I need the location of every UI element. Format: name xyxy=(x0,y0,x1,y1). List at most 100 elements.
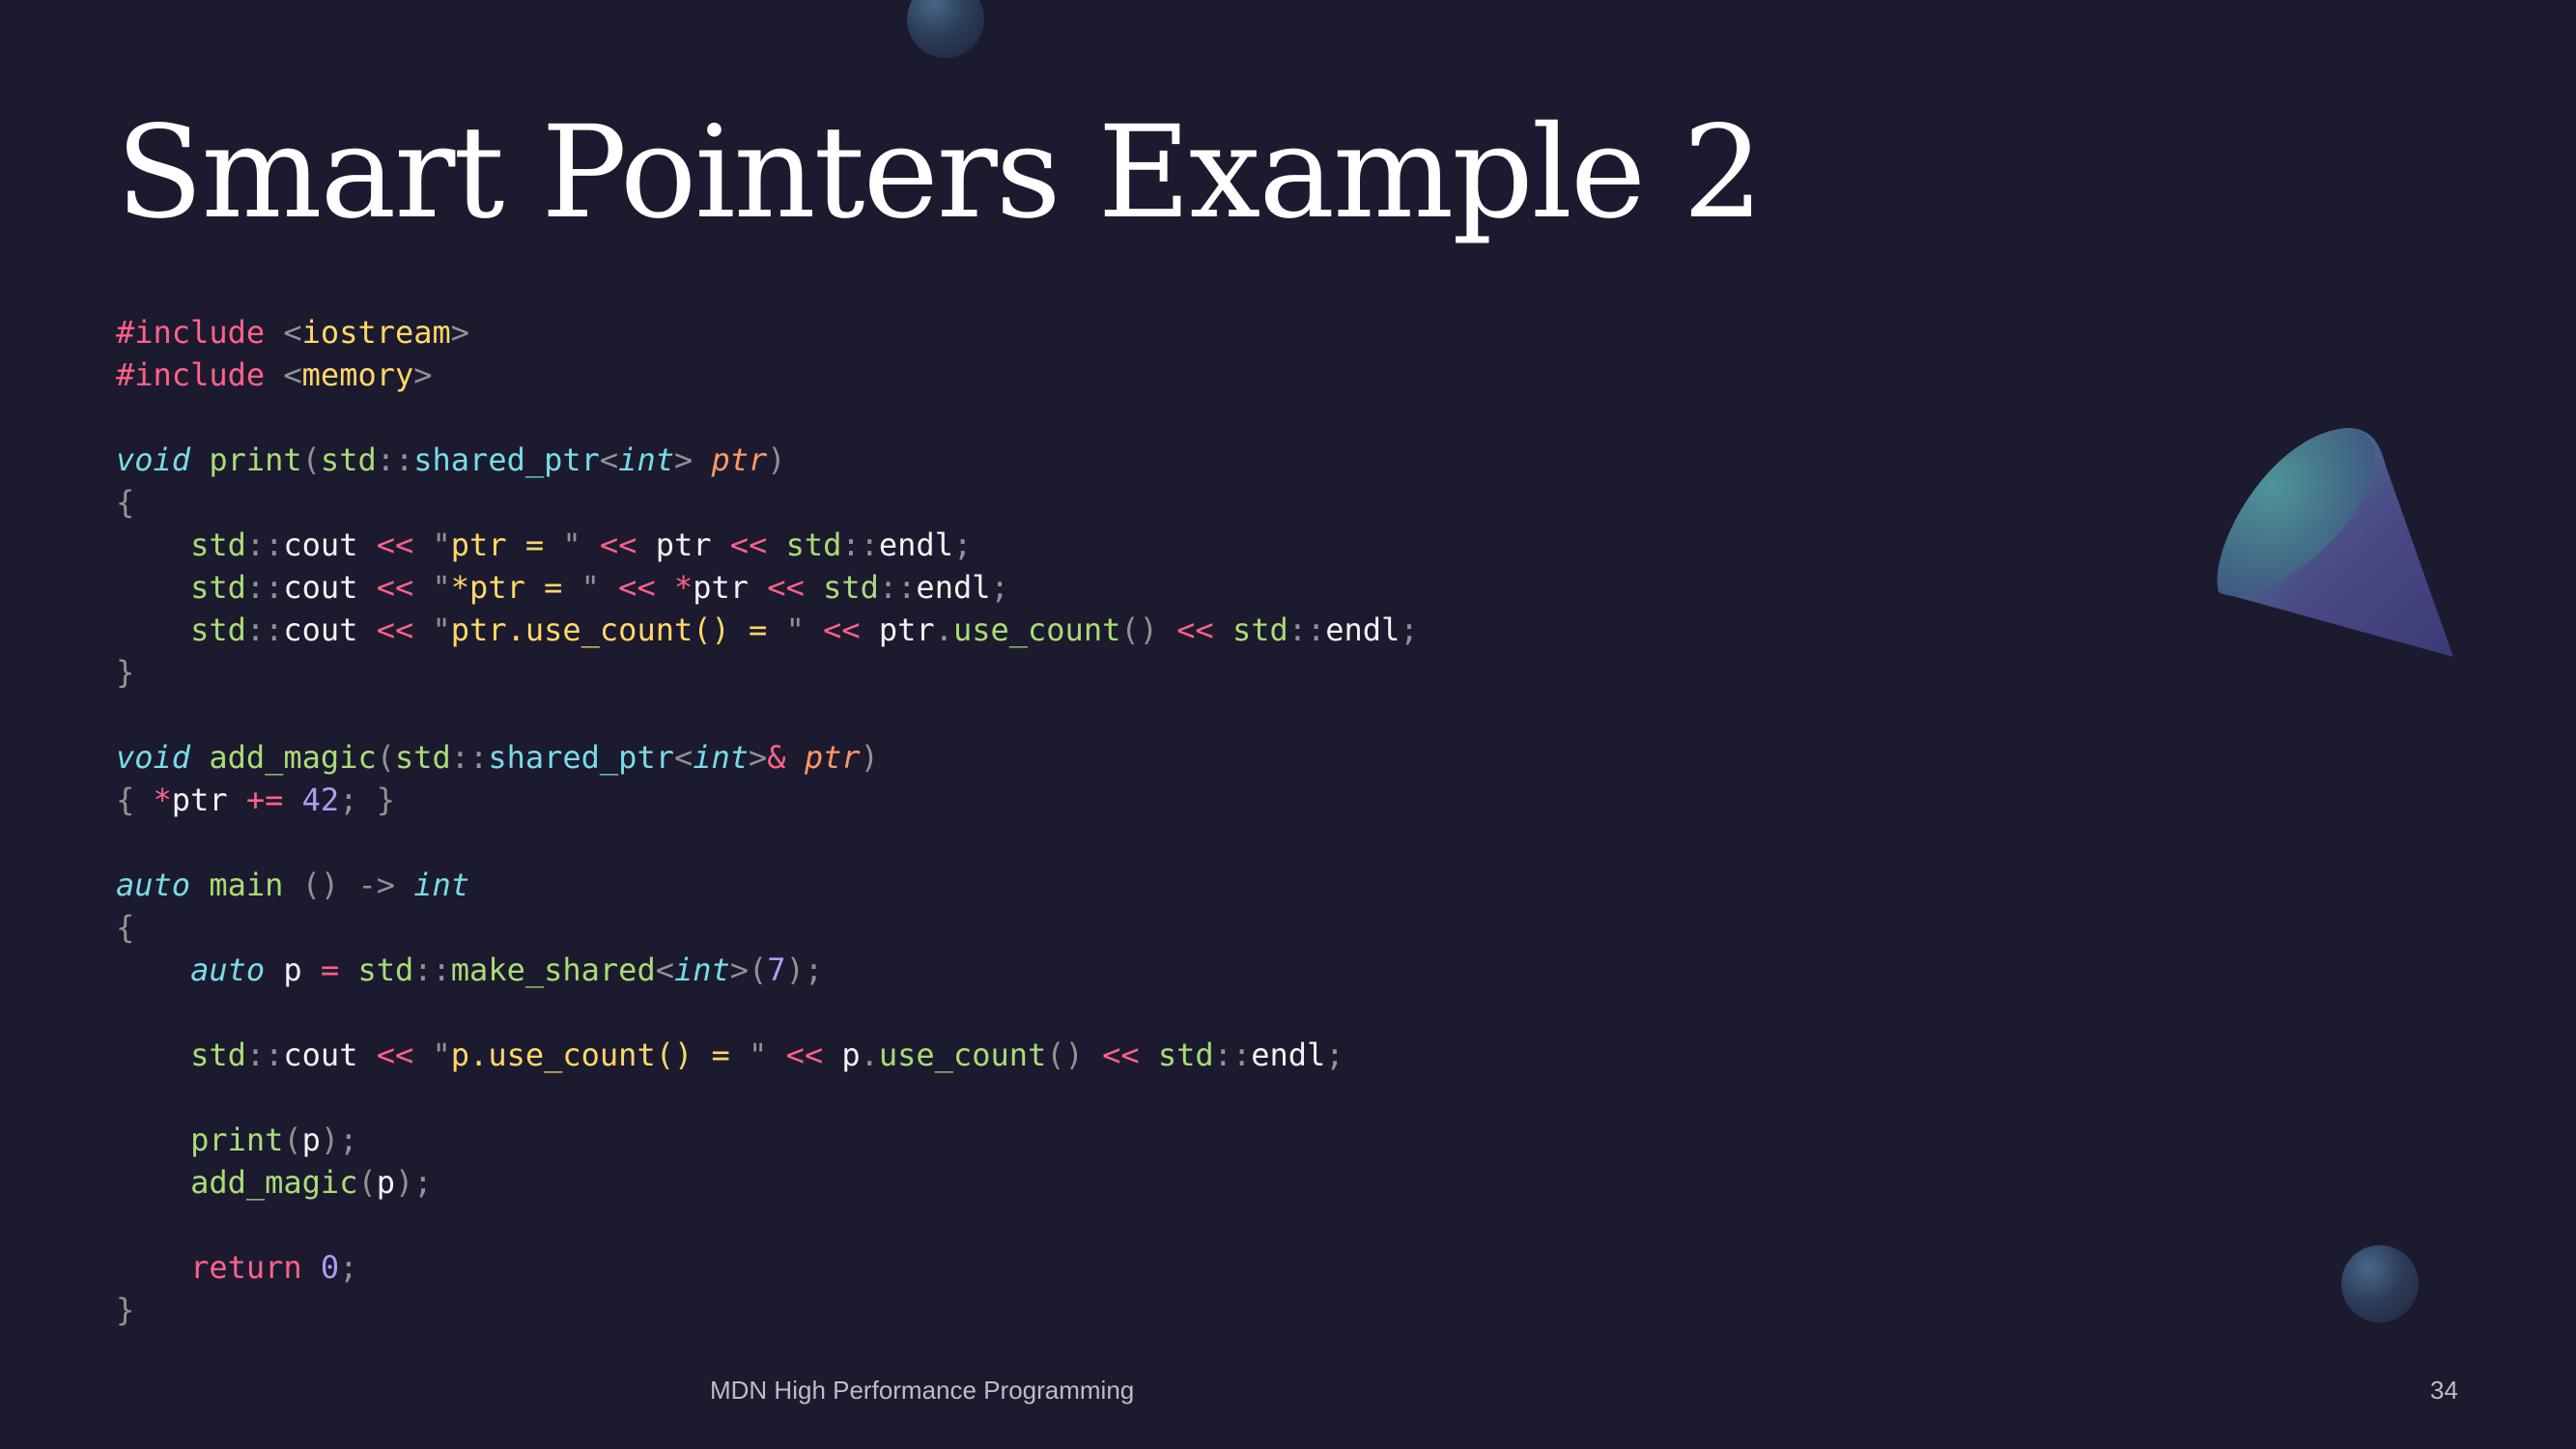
code-token: std xyxy=(190,526,246,563)
code-token: << xyxy=(729,526,786,563)
code-token: << xyxy=(1176,611,1232,648)
code-token: print xyxy=(190,1122,284,1158)
code-line: std::cout << "ptr = " << ptr << std::end… xyxy=(116,524,1419,566)
code-token: ptr.use_count() = xyxy=(450,611,786,648)
code-token: std xyxy=(190,569,246,606)
code-line: auto main () -> int xyxy=(116,864,1419,906)
code-token: ptr = xyxy=(450,526,563,563)
code-token: < xyxy=(283,314,302,351)
code-token: > xyxy=(450,314,470,351)
code-token: int xyxy=(618,441,674,478)
code-token: ( xyxy=(376,739,395,776)
code-token: main xyxy=(209,867,302,903)
code-token: std xyxy=(190,1037,246,1073)
code-token: :: xyxy=(245,611,284,648)
code-token: > xyxy=(749,739,768,776)
code-token: . xyxy=(860,1037,879,1073)
code-token: } xyxy=(116,1292,135,1328)
code-token: ptr xyxy=(655,526,730,563)
code-token: add_magic xyxy=(209,739,377,776)
code-token: ptr xyxy=(878,611,935,648)
code-token: " xyxy=(432,1037,451,1073)
code-line: { xyxy=(116,481,1419,524)
code-token: ; xyxy=(952,526,973,563)
page-number: 34 xyxy=(2430,1376,2458,1405)
code-token: ; xyxy=(339,1249,358,1286)
code-line: std::cout << "ptr.use_count() = " << ptr… xyxy=(116,609,1419,651)
code-token: 42 xyxy=(301,781,340,818)
code-token: :: xyxy=(376,441,414,478)
code-token: << xyxy=(376,526,433,563)
code-token: ); xyxy=(394,1164,433,1201)
code-token: print xyxy=(209,441,302,478)
code-token: ); xyxy=(785,952,824,988)
code-token: << xyxy=(376,1037,433,1073)
code-token: & xyxy=(767,739,805,776)
code-token: < xyxy=(673,739,694,776)
code-token: << xyxy=(618,569,674,606)
code-token: < xyxy=(599,441,619,478)
code-token: make_shared xyxy=(450,952,656,988)
code-token: endl xyxy=(878,526,953,563)
code-token: { xyxy=(116,484,135,521)
code-token: iostream xyxy=(301,314,451,351)
code-token: std xyxy=(1231,611,1288,648)
code-token: memory xyxy=(301,356,414,393)
slide: Smart Pointers Example 2 #include <iostr… xyxy=(0,0,2576,1449)
code-token: . xyxy=(934,611,953,648)
code-line: void print(std::shared_ptr<int> ptr) xyxy=(116,439,1419,481)
code-line: { xyxy=(116,906,1419,949)
code-token: #include xyxy=(116,356,284,393)
code-token: ; xyxy=(1325,1037,1345,1073)
code-token: " xyxy=(432,569,451,606)
code-token: p xyxy=(265,952,321,988)
decorative-sphere-bottom xyxy=(2341,1245,2419,1322)
code-token: shared_ptr xyxy=(488,739,674,776)
code-token: << xyxy=(785,1037,842,1073)
code-line: return 0; xyxy=(116,1246,1419,1289)
code-token: void xyxy=(116,441,191,478)
code-token: ptr xyxy=(171,781,246,818)
code-token: > xyxy=(673,441,712,478)
code-token: std xyxy=(785,526,842,563)
code-token: ; xyxy=(1400,611,1419,648)
code-token: << xyxy=(767,569,824,606)
code-token: :: xyxy=(841,526,879,563)
code-token: " xyxy=(432,526,451,563)
code-line: { *ptr += 42; } xyxy=(116,779,1419,821)
footer-text: MDN High Performance Programming xyxy=(710,1376,1135,1405)
code-token: () xyxy=(1120,611,1177,648)
code-token: >( xyxy=(729,952,768,988)
code-token: shared_ptr xyxy=(413,441,600,478)
code-token: ( xyxy=(283,1122,302,1158)
code-token: use_count xyxy=(952,611,1121,648)
code-token: p xyxy=(841,1037,861,1073)
code-token: ) xyxy=(860,739,879,776)
code-token: p xyxy=(376,1164,395,1201)
code-line: add_magic(p); xyxy=(116,1161,1419,1204)
code-token: " xyxy=(749,1037,786,1073)
code-token: < xyxy=(655,952,674,988)
code-token: << xyxy=(599,526,656,563)
code-token: return xyxy=(190,1249,302,1286)
code-token: std xyxy=(190,611,246,648)
code-token: std xyxy=(394,739,451,776)
code-token: endl xyxy=(916,569,991,606)
code-token: ptr xyxy=(711,441,768,478)
code-line: print(p); xyxy=(116,1119,1419,1161)
code-token: ptr xyxy=(693,569,768,606)
code-token: " xyxy=(562,526,600,563)
code-token: 7 xyxy=(767,952,786,988)
code-token: p.use_count() = xyxy=(450,1037,750,1073)
code-token: auto xyxy=(116,867,191,903)
code-token: " xyxy=(785,611,824,648)
